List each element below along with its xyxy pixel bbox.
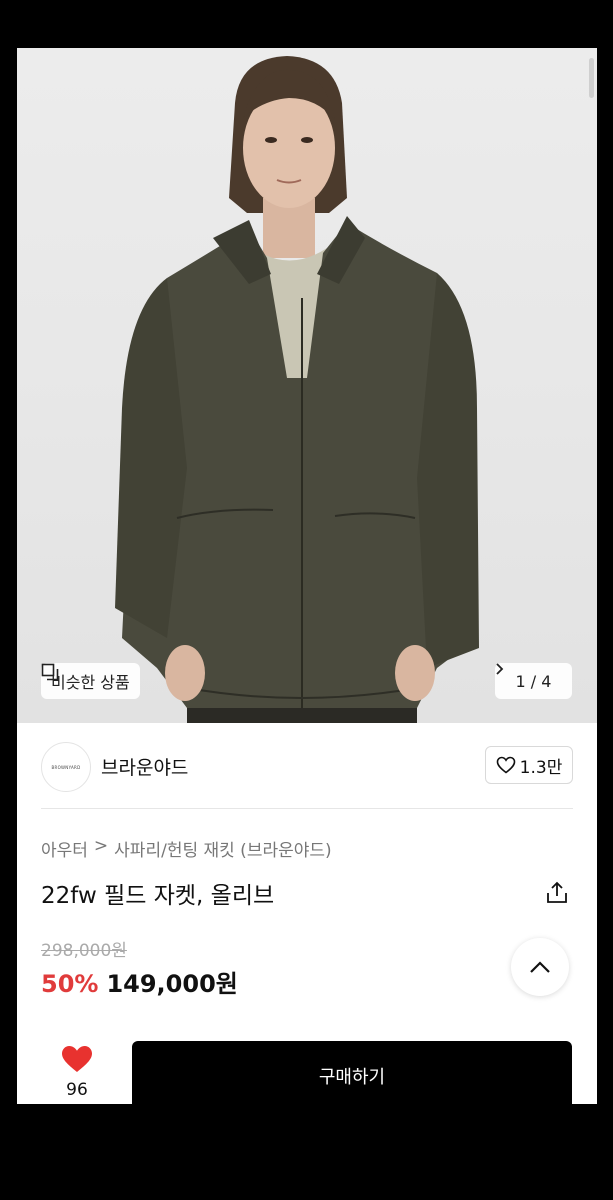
jacket-photo: [115, 56, 479, 723]
scroll-top-button[interactable]: [511, 938, 569, 996]
wish-count: 96: [66, 1080, 88, 1100]
price-row: 50% 149,000원: [41, 964, 238, 999]
original-price: 298,000원: [41, 941, 127, 961]
image-counter-text: 1 / 4: [515, 671, 552, 691]
brand-logo[interactable]: BROWNYARD: [41, 742, 91, 792]
chevron-right-icon: [496, 663, 504, 675]
breadcrumb-category[interactable]: 아우터: [41, 836, 88, 861]
chevron-up-icon: [530, 961, 550, 973]
discount-rate: 50%: [41, 970, 99, 998]
brand-row: BROWNYARD 브라운야드 1.3만: [41, 740, 573, 809]
product-page: 비슷한 상품 1 / 4 BROWNYARD 브라운야드 1.3만 아우터 > …: [17, 48, 597, 1104]
brand-like-button[interactable]: 1.3만: [485, 746, 573, 784]
product-title: 22fw 필드 자켓, 올리브: [41, 883, 275, 909]
similar-items-button[interactable]: 비슷한 상품: [41, 663, 140, 699]
brand-logo-text: BROWNYARD: [51, 764, 81, 770]
product-image[interactable]: 비슷한 상품 1 / 4: [17, 48, 597, 723]
breadcrumb-subcategory[interactable]: 사파리/헌팅 재킷 (브라운야드): [114, 836, 331, 861]
share-icon[interactable]: [544, 880, 570, 906]
breadcrumb-separator: >: [93, 836, 109, 856]
buy-button[interactable]: 구매하기: [132, 1041, 572, 1104]
brand-name[interactable]: 브라운야드: [101, 753, 188, 780]
breadcrumb: 아우터 > 사파리/헌팅 재킷 (브라운야드): [41, 836, 332, 861]
heart-outline-icon: [496, 756, 515, 774]
similar-items-icon: [41, 663, 59, 681]
image-counter[interactable]: 1 / 4: [495, 663, 572, 699]
brand-like-count: 1.3만: [519, 757, 563, 778]
sale-price: 149,000원: [106, 970, 238, 998]
similar-items-label: 비슷한 상품: [51, 673, 130, 692]
heart-filled-icon[interactable]: [61, 1045, 93, 1073]
scrollbar[interactable]: [589, 58, 594, 98]
buy-button-label: 구매하기: [318, 1067, 386, 1088]
